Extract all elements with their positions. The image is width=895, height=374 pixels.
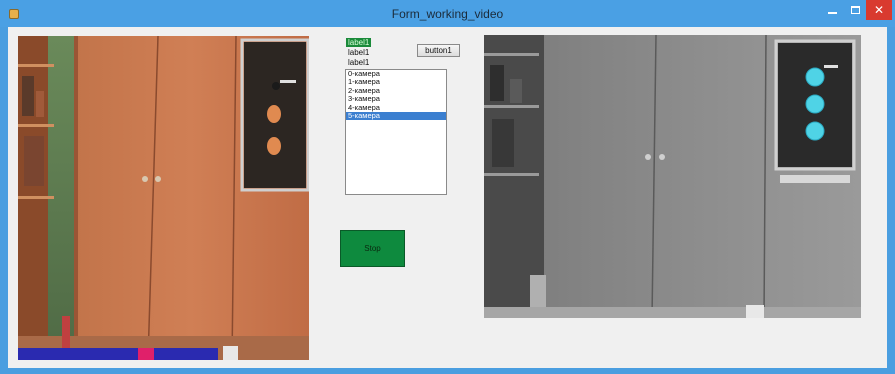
minimize-icon — [827, 12, 837, 14]
close-icon: ✕ — [873, 3, 885, 17]
camera-color-picture — [18, 36, 309, 360]
app-window: Form_working_video ✕ label1 label1 label… — [0, 0, 895, 374]
stop-button[interactable]: Stop — [340, 230, 405, 267]
window-title: Form_working_video — [391, 7, 504, 21]
title-bar[interactable]: Form_working_video ✕ — [0, 0, 895, 27]
list-item-camera-5[interactable]: 5-камера — [346, 111, 446, 121]
status-label-2: label1 — [348, 48, 370, 57]
maximize-button[interactable] — [844, 0, 866, 20]
close-button[interactable]: ✕ — [866, 0, 892, 20]
camera-processed-picture — [484, 35, 861, 318]
camera-processed-image — [484, 35, 861, 318]
camera-color-image — [18, 36, 309, 360]
status-label-highlighted: label1 — [346, 38, 372, 47]
camera-listbox[interactable]: 0-камера 1-камера 2-камера 3-камера 4-ка… — [345, 69, 447, 195]
status-label-3: label1 — [348, 58, 370, 67]
button1[interactable]: button1 — [417, 44, 460, 57]
minimize-button[interactable] — [820, 0, 844, 20]
form-client-area: label1 label1 label1 button1 0-камера 1-… — [8, 27, 887, 368]
maximize-icon — [850, 6, 860, 14]
